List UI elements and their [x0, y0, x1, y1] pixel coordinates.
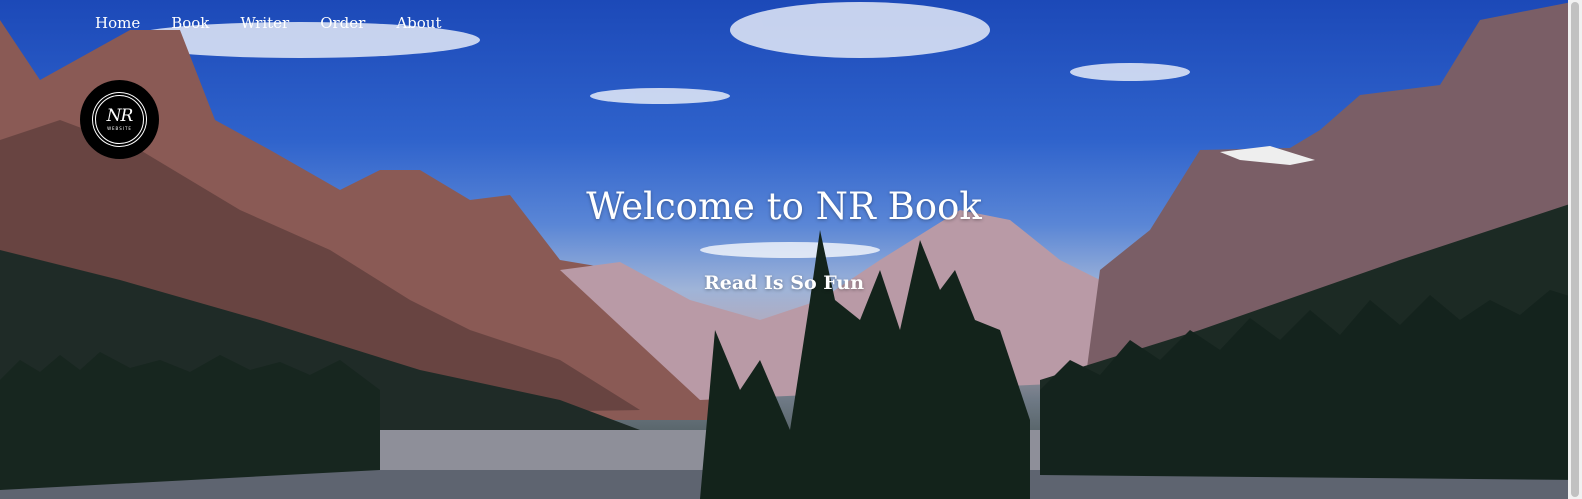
nav-about-link[interactable]: About — [396, 14, 441, 32]
hero-banner: Home Book Writer Order About NR WEBSITE … — [0, 0, 1582, 499]
logo-emblem: NR WEBSITE — [95, 95, 144, 144]
hero-tagline: Read Is So Fun — [703, 272, 865, 294]
logo-mark: NR — [106, 106, 134, 126]
mountain-lake-background — [0, 0, 1582, 499]
page-scrollbar[interactable] — [1568, 0, 1582, 499]
nav-order-link[interactable]: Order — [320, 14, 365, 32]
nav-book-link[interactable]: Book — [171, 14, 209, 32]
scrollbar-thumb[interactable] — [1571, 2, 1579, 497]
logo-subtext: WEBSITE — [107, 126, 132, 131]
main-nav: Home Book Writer Order About — [95, 14, 441, 32]
hero-headline: Welcome to NR Book — [586, 185, 982, 228]
nav-writer-link[interactable]: Writer — [240, 14, 289, 32]
site-logo[interactable]: NR WEBSITE — [80, 80, 159, 159]
nav-home-link[interactable]: Home — [95, 14, 140, 32]
